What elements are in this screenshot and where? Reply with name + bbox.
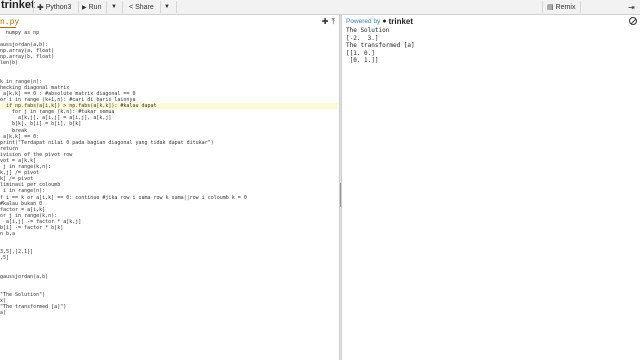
file-tab[interactable]: n.py: [0, 18, 19, 27]
toolbar-divider: [106, 1, 107, 13]
toolbar-divider: [542, 1, 543, 13]
powered-by[interactable]: Powered by ● trinket: [346, 17, 413, 26]
share-options-dropdown[interactable]: ▼: [164, 2, 170, 12]
file-tab-indicator: [0, 27, 16, 28]
toolbar-divider: [160, 1, 161, 13]
toolbar-divider: [176, 1, 177, 13]
login-icon: ⇥: [628, 2, 635, 12]
console-output: The Solution [-2. 3.] The transformed [a…: [346, 27, 415, 64]
output-pane: Powered by ● trinket The Solution [-2. 3…: [342, 15, 640, 360]
code-editor[interactable]: numpy as np aussjordan(a,b): np.array(a, f…: [0, 30, 338, 360]
toolbar-divider: [33, 1, 34, 13]
share-icon: <: [129, 3, 134, 11]
editor-header: n.py ✚ ⤒: [0, 15, 339, 29]
upload-icon[interactable]: ⤒: [331, 17, 335, 27]
chevron-down-icon: ▼: [164, 4, 170, 10]
stop-icon[interactable]: [629, 17, 637, 25]
remix-label: Remix: [555, 3, 576, 11]
run-options-dropdown[interactable]: ▼: [111, 2, 117, 12]
share-label: Share: [135, 3, 154, 11]
trinket-logo-icon: ●: [382, 18, 387, 25]
remix-icon: ▤: [547, 4, 554, 11]
python-icon: ✚: [37, 2, 44, 12]
toolbar-divider: [122, 1, 123, 13]
play-icon: ▶: [82, 4, 87, 11]
run-button[interactable]: ▶ Run: [82, 2, 101, 12]
toolbar-divider: [580, 1, 581, 13]
share-button[interactable]: < Share: [129, 2, 154, 12]
login-button[interactable]: ⇥: [628, 2, 635, 12]
python-version-label: Python3: [45, 3, 72, 11]
editor-actions: ✚ ⤒: [322, 17, 335, 27]
brand-logo: trinket: [1, 0, 35, 11]
remix-button[interactable]: ▤ Remix: [547, 2, 575, 12]
code-line[interactable]: a): [0, 310, 338, 316]
powered-brand: trinket: [388, 17, 414, 26]
toolbar-divider: [78, 1, 79, 13]
python-version-button[interactable]: ✚ Python3: [37, 2, 71, 12]
splitter-grip[interactable]: [340, 183, 341, 207]
top-toolbar: trinket ✚ Python3 ▶ Run ▼ < Share ▼ ▤ Re…: [0, 0, 640, 15]
powered-by-label: Powered by: [346, 18, 381, 25]
chevron-down-icon: ▼: [111, 4, 117, 10]
run-label: Run: [88, 3, 102, 11]
add-file-icon[interactable]: ✚: [322, 17, 329, 27]
